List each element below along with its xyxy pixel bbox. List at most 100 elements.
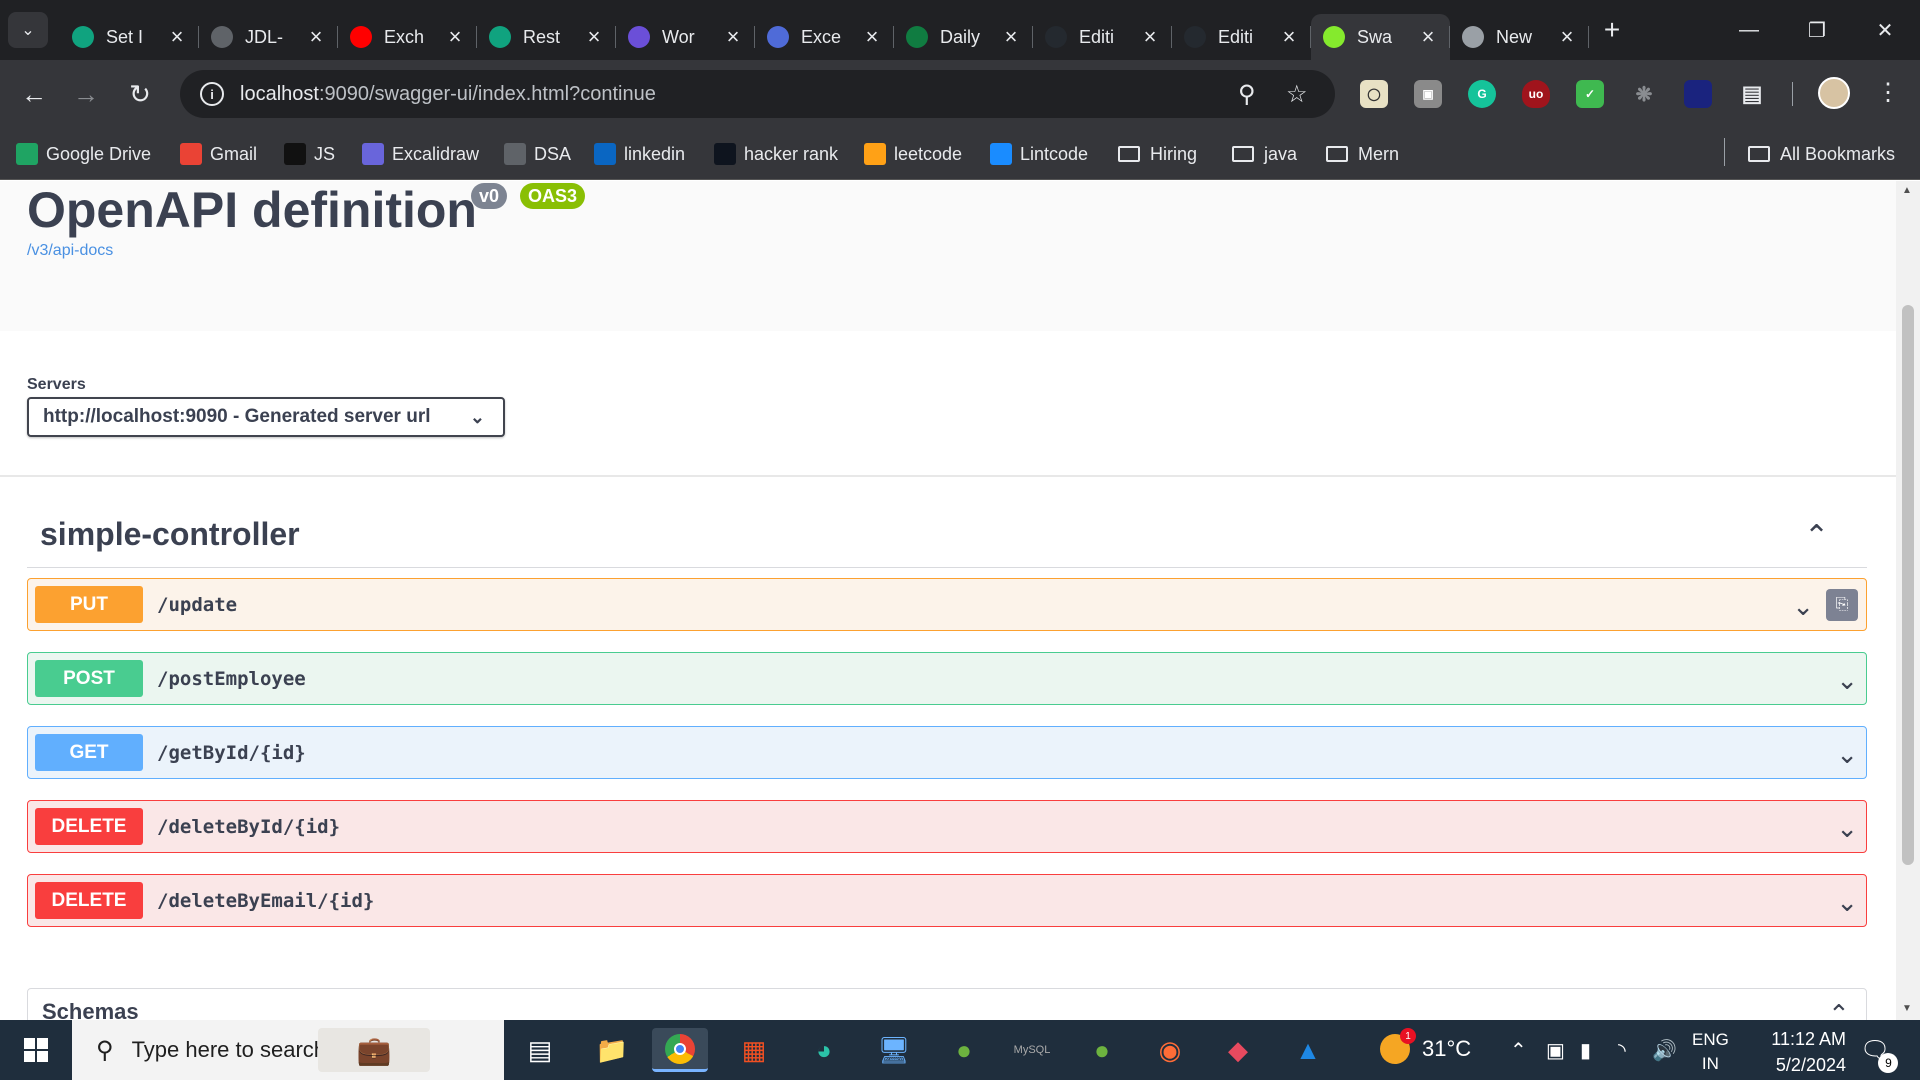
start-button[interactable] [0,1020,72,1080]
browser-tab[interactable]: Exce × [755,14,894,60]
mysql-icon[interactable]: MySQL [1004,1028,1060,1072]
scroll-thumb[interactable] [1902,305,1914,865]
browser-tab[interactable]: New × [1450,14,1589,60]
scroll-up-icon[interactable]: ▲ [1902,185,1912,196]
microsoft-store-icon[interactable]: ▦ [726,1028,782,1072]
browser-tab[interactable]: Swa × [1311,14,1450,60]
close-icon[interactable]: × [1418,24,1438,50]
bookmark-item[interactable]: Hiring [1118,140,1197,168]
info-icon[interactable]: i [200,82,224,106]
zoom-icon[interactable]: ⚲ [1238,80,1256,109]
schemas-section[interactable]: Schemas ⌃ [27,988,1867,1020]
git-icon[interactable]: ◆ [1210,1028,1266,1072]
address-bar[interactable]: i localhost:9090/swagger-ui/index.html?c… [180,70,1335,118]
search-highlight-icon[interactable]: 💼 [318,1028,430,1072]
notification-center-button[interactable]: 🗨 9 [1860,1036,1899,1073]
chrome-icon[interactable] [652,1028,708,1072]
all-bookmarks-button[interactable]: All Bookmarks [1748,140,1895,168]
grammarly-icon[interactable]: G [1468,80,1496,108]
chevron-down-icon[interactable]: ⌄ [1836,739,1858,770]
chevron-down-icon[interactable]: ⌄ [1836,887,1858,918]
browser-tab[interactable]: JDL- × [199,14,338,60]
weather-widget[interactable]: 1 31°C [1380,1028,1471,1064]
profile-avatar[interactable] [1818,77,1850,109]
menu-button[interactable]: ⋮ [1876,78,1900,107]
taskbar-search[interactable]: ⚲ Type here to search [72,1020,504,1080]
operation-put[interactable]: PUT/update ⌄ ⎘ [27,578,1867,631]
close-icon[interactable]: × [167,24,187,50]
close-icon[interactable]: × [1140,24,1160,50]
spring-tool-icon[interactable]: ● [936,1028,992,1072]
bookmark-item[interactable]: Mern [1326,140,1399,168]
language-indicator[interactable]: ENG IN [1692,1028,1729,1076]
chevron-down-icon[interactable]: ⌄ [1836,813,1858,844]
reload-button[interactable]: ↻ [122,76,158,112]
ublock-icon[interactable]: uo [1522,80,1550,108]
bookmark-item[interactable]: JS [284,140,335,168]
close-icon[interactable]: × [723,24,743,50]
extension-image-icon[interactable]: ▣ [1414,80,1442,108]
operation-delete[interactable]: DELETE/deleteById/{id} ⌄ [27,800,1867,853]
restore-button[interactable]: ❐ [1794,10,1840,50]
bookmark-item[interactable]: leetcode [864,140,962,168]
chevron-down-icon[interactable]: ⌄ [1792,591,1814,622]
chevron-up-icon[interactable]: ⌃ [1828,999,1850,1020]
bookmark-item[interactable]: hacker rank [714,140,838,168]
close-icon[interactable]: × [306,24,326,50]
browser-tab[interactable]: Daily × [894,14,1033,60]
extensions-puzzle-icon[interactable]: ▤ [1738,80,1766,108]
close-icon[interactable]: × [584,24,604,50]
task-view-icon[interactable]: ▤ [512,1028,568,1072]
volume-icon[interactable]: 🔊 [1652,1038,1677,1063]
browser-tab[interactable]: Editi × [1172,14,1311,60]
browser-tab[interactable]: Rest × [477,14,616,60]
chevron-down-icon[interactable]: ⌄ [1836,665,1858,696]
extension-dark-icon[interactable] [1684,80,1712,108]
bookmark-item[interactable]: linkedin [594,140,685,168]
close-icon[interactable]: × [1557,24,1577,50]
operation-get[interactable]: GET/getById/{id} ⌄ [27,726,1867,779]
operation-delete[interactable]: DELETE/deleteByEmail/{id} ⌄ [27,874,1867,927]
tag-title[interactable]: simple-controller [40,516,300,553]
api-docs-link[interactable]: /v3/api-docs [27,242,113,260]
forward-button[interactable]: → [68,76,104,112]
browser-tab[interactable]: Wor × [616,14,755,60]
bookmark-item[interactable]: Google Drive [16,140,151,168]
extension-mail-icon[interactable]: ✓ [1576,80,1604,108]
page-scrollbar[interactable]: ▲ ▼ [1896,181,1920,1020]
close-icon[interactable]: × [445,24,465,50]
extension-bug-icon[interactable]: ❋ [1630,80,1658,108]
browser-tab[interactable]: Exch × [338,14,477,60]
edge-icon[interactable]: ◕ [796,1028,852,1072]
bookmark-item[interactable]: java [1232,140,1297,168]
extension-lightbulb-icon[interactable]: ◯ [1360,80,1388,108]
bookmark-item[interactable]: Gmail [180,140,257,168]
close-icon[interactable]: × [1279,24,1299,50]
spring-tool-icon[interactable]: ● [1074,1028,1130,1072]
servers-select[interactable]: http://localhost:9090 - Generated server… [27,397,505,437]
new-tab-button[interactable]: + [1596,14,1628,46]
chevron-up-icon[interactable]: ⌃ [1804,519,1829,554]
device-icon[interactable]: ▣ [1546,1038,1565,1063]
minimize-button[interactable]: — [1726,10,1772,50]
chevron-up-icon[interactable]: ⌃ [1510,1038,1527,1063]
close-icon[interactable]: × [862,24,882,50]
scroll-down-icon[interactable]: ▼ [1902,1003,1912,1014]
file-explorer-icon[interactable]: 📁 [584,1028,640,1072]
operation-post[interactable]: POST/postEmployee ⌄ [27,652,1867,705]
bookmark-item[interactable]: Lintcode [990,140,1088,168]
close-icon[interactable]: × [1001,24,1021,50]
tab-search-button[interactable]: ⌄ [8,12,48,48]
clock[interactable]: 11:12 AM 5/2/2024 [1746,1026,1846,1078]
bookmark-item[interactable]: DSA [504,140,571,168]
remote-desktop-icon[interactable]: 🖥 [866,1028,922,1072]
bookmark-star-icon[interactable]: ☆ [1286,80,1308,109]
postman-icon[interactable]: ◉ [1142,1028,1198,1072]
photos-icon[interactable]: ▲ [1280,1028,1336,1072]
wifi-icon[interactable]: ◝ [1618,1038,1626,1063]
close-window-button[interactable]: ✕ [1862,10,1908,50]
back-button[interactable]: ← [16,76,52,112]
browser-tab[interactable]: Editi × [1033,14,1172,60]
battery-icon[interactable]: ▮ [1580,1038,1591,1063]
browser-tab[interactable]: Set I × [60,14,199,60]
